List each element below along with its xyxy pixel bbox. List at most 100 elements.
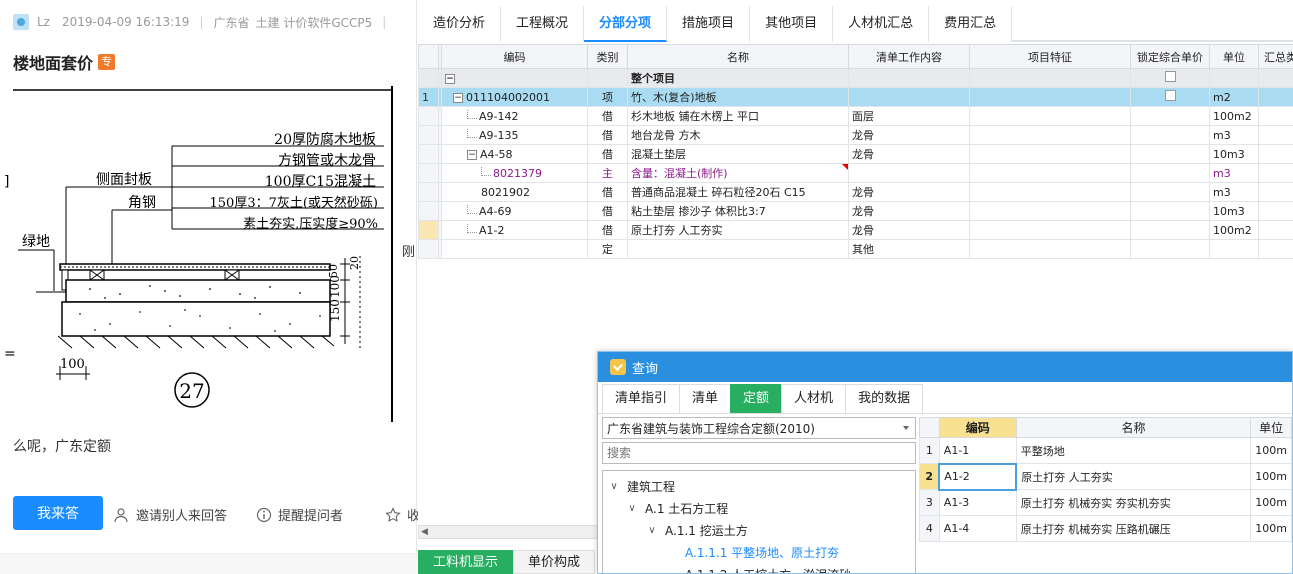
tab-cost-analysis[interactable]: 造价分析 xyxy=(418,6,502,42)
col-work-content[interactable]: 清单工作内容 xyxy=(848,44,970,69)
quota-search-input[interactable] xyxy=(602,442,916,464)
row-unit[interactable]: 10m3 xyxy=(1209,144,1259,164)
tab-labor-material[interactable]: 人材机 xyxy=(781,384,847,413)
username[interactable]: Lz xyxy=(37,15,50,29)
table-row[interactable]: 4 A1-4 原土打夯 机械夯实 压路机碾压 100m xyxy=(919,515,1292,542)
row-code[interactable]: −011104002001 xyxy=(441,87,588,107)
table-row[interactable]: 定 其他 xyxy=(418,239,1293,259)
row-unit[interactable]: m3 xyxy=(1209,163,1259,183)
row-code[interactable]: A1-3 xyxy=(938,489,1017,516)
row-name[interactable]: 原土打夯 人工夯实 xyxy=(627,220,849,240)
chevron-down-icon[interactable]: ∨ xyxy=(609,481,619,492)
row-code[interactable]: A9-135 xyxy=(441,125,588,145)
collapse-icon[interactable]: − xyxy=(467,149,477,160)
row-code[interactable]: A1-2 xyxy=(938,462,1018,491)
row-content[interactable]: 龙骨 xyxy=(848,220,970,240)
collect-button[interactable]: 收 xyxy=(385,505,420,524)
row-name[interactable]: 地台龙骨 方木 xyxy=(627,125,849,145)
row-code[interactable]: − A4-58 xyxy=(441,144,588,164)
dialog-titlebar[interactable]: 查询 xyxy=(598,352,1292,382)
row-code[interactable]: A1-2 xyxy=(441,220,588,240)
col-type[interactable]: 类别 xyxy=(587,44,628,69)
row-name[interactable]: 粘土垫层 掺沙子 体积比3:7 xyxy=(627,201,849,221)
col-unit[interactable]: 单位 xyxy=(1250,417,1292,438)
table-row[interactable]: 8021379 主 含量：混凝土(制作) m3 xyxy=(418,163,1293,183)
row-code[interactable]: A1-4 xyxy=(938,515,1017,542)
col-feature[interactable]: 项目特征 xyxy=(969,44,1131,69)
tab-project-overview[interactable]: 工程概况 xyxy=(501,6,585,42)
row-feature[interactable] xyxy=(969,87,1131,107)
row-unit[interactable]: m2 xyxy=(1209,87,1259,107)
table-row[interactable]: A9-142 借 杉木地板 铺在木楞上 平口 面层 100m2 xyxy=(418,106,1293,126)
row-code[interactable] xyxy=(441,239,588,259)
row-code[interactable]: 8021902 xyxy=(441,182,588,202)
table-row[interactable]: A9-135 借 地台龙骨 方木 龙骨 m3 xyxy=(418,125,1293,145)
table-row[interactable]: 1 −011104002001 项 竹、木(复合)地板 m2 xyxy=(418,87,1293,107)
row-content[interactable]: 其他 xyxy=(848,239,970,259)
row-code[interactable]: A9-142 xyxy=(441,106,588,126)
chevron-down-icon[interactable]: ∨ xyxy=(647,525,657,536)
row-unit[interactable] xyxy=(1209,239,1259,259)
tab-quota[interactable]: 定额 xyxy=(730,384,783,413)
row-name[interactable] xyxy=(627,239,849,259)
tree-node[interactable]: ∨ 建筑工程 xyxy=(603,475,915,497)
table-row[interactable]: 3 A1-3 原土打夯 机械夯实 夯实机夯实 100m xyxy=(919,489,1292,516)
row-name[interactable]: 平整场地 xyxy=(1015,437,1252,464)
horizontal-scrollbar[interactable]: ◀ xyxy=(418,525,598,539)
collapse-icon[interactable]: − xyxy=(445,73,455,84)
row-name[interactable]: 混凝土垫层 xyxy=(627,144,849,164)
row-name[interactable]: 普通商品混凝土 碎石粒径20石 C15 xyxy=(627,182,849,202)
row-name[interactable]: 竹、木(复合)地板 xyxy=(627,87,849,107)
tab-divisional[interactable]: 分部分项 xyxy=(584,6,668,42)
lock-checkbox[interactable] xyxy=(1164,71,1176,82)
col-summary-category[interactable]: 汇总类别 xyxy=(1258,44,1293,69)
table-row[interactable]: 8021902 借 普通商品混凝土 碎石粒径20石 C15 龙骨 m3 xyxy=(418,182,1293,202)
tab-measures[interactable]: 措施项目 xyxy=(667,6,751,42)
remind-button[interactable]: 提醒提问者 xyxy=(256,505,343,524)
table-row[interactable]: 2 A1-2 原土打夯 人工夯实 100m xyxy=(919,462,1292,491)
tab-my-data[interactable]: 我的数据 xyxy=(845,384,924,413)
row-content[interactable]: 龙骨 xyxy=(848,125,970,145)
col-code[interactable]: 编码 xyxy=(441,44,588,69)
tree-node-selected[interactable]: A.1.1.1 平整场地、原土打夯 xyxy=(603,541,915,563)
row-code[interactable]: A1-1 xyxy=(938,437,1017,464)
row-code[interactable]: A4-69 xyxy=(441,201,588,221)
row-content[interactable]: 龙骨 xyxy=(848,201,970,221)
answer-button[interactable]: 我来答 xyxy=(13,496,103,530)
lock-checkbox[interactable] xyxy=(1164,90,1176,101)
row-name[interactable]: 杉木地板 铺在木楞上 平口 xyxy=(627,106,849,126)
col-code[interactable]: 编码 xyxy=(938,417,1017,438)
chevron-down-icon[interactable]: ∨ xyxy=(627,503,637,514)
avatar[interactable] xyxy=(13,14,29,30)
tree-node[interactable]: A.1.1.2 人工挖土方、淤泥流砂 xyxy=(603,563,915,574)
tab-material-display[interactable]: 工料机显示 xyxy=(418,550,514,574)
row-name[interactable]: 原土打夯 机械夯实 压路机碾压 xyxy=(1015,515,1252,542)
row-content[interactable]: 面层 xyxy=(848,106,970,126)
tab-bill-guide[interactable]: 清单指引 xyxy=(602,384,681,413)
row-unit[interactable]: 10m3 xyxy=(1209,201,1259,221)
table-row[interactable]: − A4-58 借 混凝土垫层 龙骨 10m3 xyxy=(418,144,1293,164)
col-lock-price[interactable]: 锁定综合单价 xyxy=(1130,44,1210,69)
table-row[interactable]: A1-2 借 原土打夯 人工夯实 龙骨 100m2 xyxy=(418,220,1293,240)
row-name[interactable]: 原土打夯 机械夯实 夯实机夯实 xyxy=(1015,489,1252,516)
scroll-left-icon[interactable]: ◀ xyxy=(421,527,428,537)
row-content[interactable]: 龙骨 xyxy=(848,144,970,164)
tab-price-composition[interactable]: 单价构成 xyxy=(513,550,596,574)
tree-node[interactable]: ∨ A.1.1 挖运土方 xyxy=(603,519,915,541)
row-unit[interactable]: m3 xyxy=(1209,125,1259,145)
tab-bill[interactable]: 清单 xyxy=(679,384,732,413)
table-row[interactable]: − 整个项目 xyxy=(418,68,1293,88)
row-name[interactable]: 原土打夯 人工夯实 xyxy=(1015,463,1252,490)
row-code[interactable]: 8021379 xyxy=(441,163,588,183)
tree-node[interactable]: ∨ A.1 土石方工程 xyxy=(603,497,915,519)
tab-other-items[interactable]: 其他项目 xyxy=(750,6,834,42)
table-row[interactable]: 1 A1-1 平整场地 100m xyxy=(919,437,1292,464)
table-row[interactable]: A4-69 借 粘土垫层 掺沙子 体积比3:7 龙骨 10m3 xyxy=(418,201,1293,221)
tab-labor-material-summary[interactable]: 人材机汇总 xyxy=(833,6,930,42)
invite-button[interactable]: 邀请别人来回答 xyxy=(114,505,227,524)
tab-fee-summary[interactable]: 费用汇总 xyxy=(929,6,1013,42)
row-name[interactable]: 含量：混凝土(制作) xyxy=(627,163,849,183)
row-content[interactable]: 龙骨 xyxy=(848,182,970,202)
row-unit[interactable]: m3 xyxy=(1209,182,1259,202)
quota-library-select[interactable]: 广东省建筑与装饰工程综合定额(2010) xyxy=(602,417,916,439)
